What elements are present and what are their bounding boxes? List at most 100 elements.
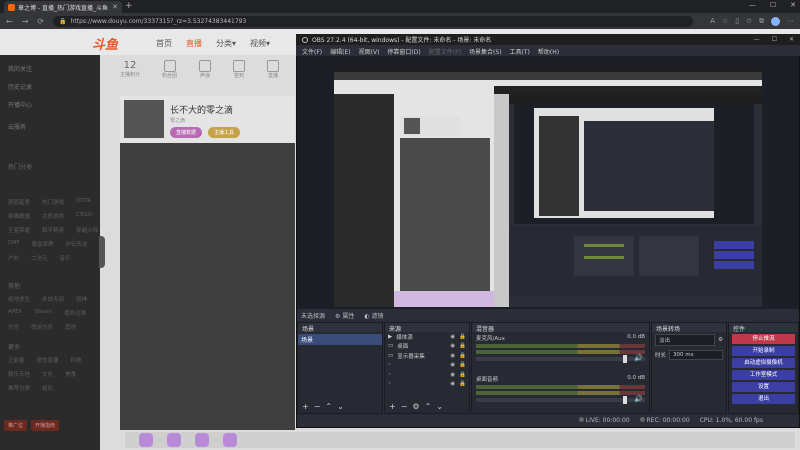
- menu-scene-collection[interactable]: 场景集合(S): [469, 47, 502, 56]
- sidebar-row[interactable]: 王者荣耀 和平精英 穿越火线: [8, 226, 98, 234]
- minimize-icon[interactable]: —: [749, 1, 756, 9]
- stat-live[interactable]: 直播: [267, 60, 280, 79]
- menu-help[interactable]: 帮助(H): [538, 47, 559, 56]
- volume-slider[interactable]: 🔊: [476, 395, 645, 404]
- stat-fans[interactable]: 粉丝团: [162, 60, 177, 79]
- menu-docks[interactable]: 停靠窗口(D): [387, 47, 420, 56]
- sidebar-row[interactable]: 英雄联盟 主机游戏 CSGO: [8, 212, 92, 220]
- sidebar-row[interactable]: 方舟 命运方舟 其他: [8, 323, 76, 331]
- profile-avatar[interactable]: [771, 16, 780, 26]
- speaker-icon: 🔊: [634, 395, 643, 403]
- sidebar-item-center[interactable]: 开播中心: [8, 100, 32, 109]
- stat-checkin[interactable]: 签到: [233, 60, 246, 79]
- sidebar-row[interactable]: DNF 魔兽世界 炉石传说: [8, 240, 88, 248]
- menu-file[interactable]: 文件(F): [302, 47, 322, 56]
- move-up-icon[interactable]: ⌃: [425, 402, 432, 411]
- nav-video[interactable]: 视频▾: [250, 38, 270, 49]
- studio-mode-button[interactable]: 工作室模式: [732, 370, 795, 380]
- anchor-avatar[interactable]: [124, 100, 164, 138]
- remove-source-icon[interactable]: −: [401, 402, 408, 411]
- stop-stream-button[interactable]: 停止推流: [732, 334, 795, 344]
- source-item[interactable]: ◦ ◉ 🔒: [385, 370, 469, 380]
- close-icon[interactable]: ✕: [790, 1, 796, 9]
- source-item[interactable]: ▭ 桌面 ◉ 🔒: [385, 342, 469, 352]
- gift-icon[interactable]: [167, 433, 181, 447]
- gift-icon[interactable]: [195, 433, 209, 447]
- move-down-icon[interactable]: ⌄: [337, 402, 344, 411]
- exit-button[interactable]: 退出: [732, 394, 795, 404]
- add-source-icon[interactable]: +: [389, 402, 396, 411]
- move-up-icon[interactable]: ⌃: [325, 402, 332, 411]
- scene-item[interactable]: 场景: [298, 334, 382, 345]
- transition-settings-icon[interactable]: ⚙: [718, 337, 723, 343]
- obs-close-icon[interactable]: ✕: [789, 36, 794, 43]
- sidebar-row[interactable]: APEX Steam 使命召唤: [8, 309, 86, 317]
- menu-view[interactable]: 视图(V): [359, 47, 380, 56]
- sidebar-row[interactable]: 绝地求生 永劫无间 原神: [8, 295, 87, 303]
- settings-button[interactable]: 设置: [732, 382, 795, 392]
- sources-tools: + − ⚙ ⌃ ⌄: [389, 402, 443, 411]
- menu-edit[interactable]: 编辑(E): [330, 47, 350, 56]
- menu-tools[interactable]: 工具(T): [510, 47, 530, 56]
- guide-button[interactable]: 开播指南: [31, 420, 60, 431]
- filters-button[interactable]: ◐ 滤镜: [364, 311, 383, 320]
- sidebar-collapse-handle[interactable]: [99, 236, 105, 268]
- start-recording-button[interactable]: 开始录制: [732, 346, 795, 356]
- menu-profile[interactable]: 配置文件(P): [429, 47, 461, 56]
- sidebar-row[interactable]: 颜值星秀 热门游戏 DOTA: [8, 198, 91, 206]
- nav-home[interactable]: 首页: [156, 38, 172, 49]
- source-item[interactable]: ▭ 显示器采集 ◉ 🔒: [385, 351, 469, 361]
- gift-icon[interactable]: [223, 433, 237, 447]
- read-aloud-icon[interactable]: A: [710, 17, 715, 25]
- tab-close-icon[interactable]: ✕: [112, 3, 118, 11]
- reload-icon[interactable]: ⟳: [37, 17, 44, 26]
- favorite-icon[interactable]: ☆: [722, 17, 728, 25]
- maximize-icon[interactable]: ☐: [770, 1, 776, 9]
- nav-category[interactable]: 分类▾: [216, 38, 236, 49]
- virtual-camera-button[interactable]: 启动虚拟摄像机: [732, 358, 795, 368]
- obs-minimize-icon[interactable]: —: [754, 36, 760, 43]
- sidebar-row[interactable]: 户外 二次元 音乐: [8, 254, 71, 262]
- collections-icon[interactable]: ⧉: [759, 17, 764, 26]
- obs-maximize-icon[interactable]: ☐: [772, 36, 777, 43]
- sidebar-row[interactable]: 娱乐天地 文化 美食: [8, 370, 76, 378]
- anchor-buttons: 直播数据 主播工具: [170, 127, 241, 138]
- add-scene-icon[interactable]: +: [302, 402, 309, 411]
- browser-tab[interactable]: 章之博 - 直播_热门游戏直播_斗鱼 ✕: [4, 1, 122, 13]
- source-item[interactable]: ◦ ◉ 🔒: [385, 361, 469, 371]
- address-bar[interactable]: 🔒 https://www.douyu.com/3337315?_rz=3.53…: [53, 15, 694, 27]
- properties-button[interactable]: ⚙ 属性: [335, 311, 354, 320]
- volume-slider[interactable]: 🔊: [476, 354, 645, 363]
- favorites-bar-icon[interactable]: ✩: [746, 17, 752, 25]
- duration-input[interactable]: 300 ms: [669, 350, 723, 360]
- promo-button[interactable]: 推广位: [4, 420, 28, 431]
- back-icon[interactable]: ←: [6, 17, 13, 26]
- forward-icon[interactable]: →: [22, 17, 29, 26]
- more-icon[interactable]: ⋯: [787, 17, 794, 25]
- stat-points[interactable]: 12 主播积分: [120, 60, 140, 79]
- sidebar-row[interactable]: 正能量 语言直播 科技: [8, 356, 82, 364]
- visibility-icon: ◉: [450, 381, 456, 388]
- new-tab-button[interactable]: +: [125, 1, 133, 11]
- anchor-tools-button[interactable]: 主播工具: [208, 127, 241, 138]
- sidebar-item-history[interactable]: 历史记录: [8, 82, 32, 91]
- source-item[interactable]: ▶ 媒体源 ◉ 🔒: [385, 332, 469, 342]
- nav-live[interactable]: 直播: [186, 38, 202, 49]
- transitions-dock: 场景转场 淡出 ⚙ 时长 300 ms: [651, 322, 727, 414]
- sidebar-item-follow[interactable]: 我的关注: [8, 64, 32, 73]
- sidebar-item-cloud[interactable]: 云服务: [8, 122, 26, 131]
- source-settings-icon[interactable]: ⚙: [412, 402, 419, 411]
- video-player[interactable]: [120, 143, 295, 430]
- remove-scene-icon[interactable]: −: [314, 402, 321, 411]
- transition-select[interactable]: 淡出: [655, 334, 716, 346]
- stat-sound[interactable]: 声浪: [199, 60, 212, 79]
- visibility-icon: ◉: [450, 362, 456, 369]
- move-down-icon[interactable]: ⌄: [436, 402, 443, 411]
- gift-icon[interactable]: [139, 433, 153, 447]
- split-icon[interactable]: ▯: [735, 17, 739, 25]
- obs-preview-canvas[interactable]: [334, 66, 762, 307]
- douyu-logo[interactable]: 斗鱼: [92, 34, 118, 53]
- sidebar-row[interactable]: 推荐分类 组队: [8, 384, 53, 392]
- source-item[interactable]: ◦ ◉ 🔒: [385, 380, 469, 390]
- live-data-button[interactable]: 直播数据: [170, 127, 203, 138]
